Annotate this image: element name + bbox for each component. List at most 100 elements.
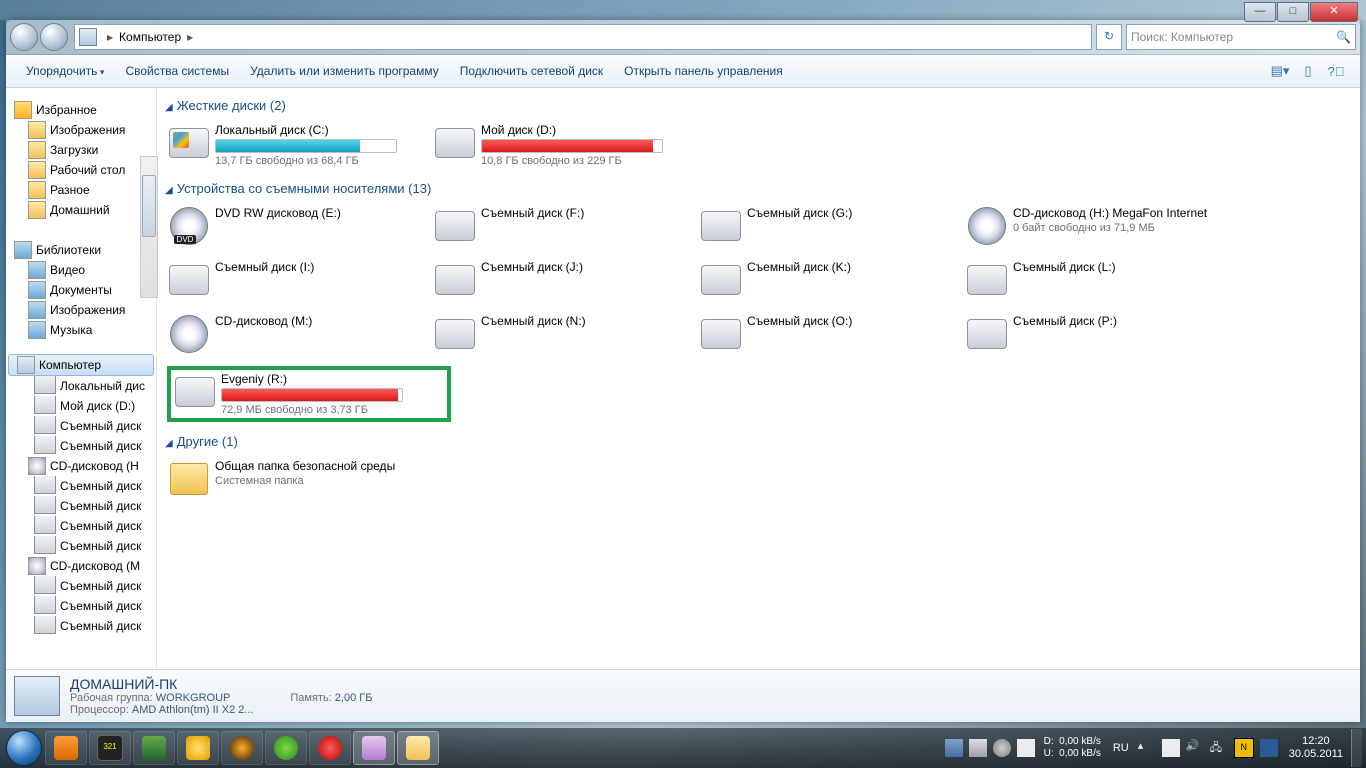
sidebar-item-label: Съемный диск (60, 479, 141, 493)
group-header[interactable]: ◢Жесткие диски (2) (161, 94, 1356, 119)
sidebar-item[interactable]: Документы (6, 280, 156, 300)
sidebar-item-label: CD-дисковод (M (50, 559, 140, 573)
taskbar-app-daemon[interactable] (221, 731, 263, 765)
map-network-drive-button[interactable]: Подключить сетевой диск (450, 64, 614, 78)
nav-back-button[interactable] (10, 23, 38, 51)
sidebar-item[interactable]: Съемный диск (6, 496, 156, 516)
tray-volume-icon[interactable]: 🔊 (1186, 739, 1204, 757)
tray-norton-icon[interactable]: N (1234, 738, 1254, 758)
sidebar-item[interactable]: Съемный диск (6, 596, 156, 616)
window-minimize-button[interactable]: — (1244, 2, 1276, 22)
taskbar-app-explorer[interactable] (397, 731, 439, 765)
tray-recycle-icon[interactable] (969, 739, 987, 757)
tray-netspeed[interactable]: D: 0,00 kB/s U: 0,00 kB/s (1044, 736, 1101, 760)
sidebar-item[interactable]: Домашний (6, 200, 156, 220)
drive-name: Съемный диск (G:) (747, 206, 951, 220)
drive-item[interactable]: Мой диск (D:)10,8 ГБ свободно из 229 ГБ (433, 121, 687, 169)
details-pane: ДОМАШНИЙ-ПК Рабочая группа: WORKGROUP Па… (6, 669, 1360, 722)
sidebar-item[interactable]: Мой диск (D:) (6, 396, 156, 416)
search-input[interactable]: Поиск: Компьютер 🔍 (1126, 24, 1356, 50)
help-button[interactable]: ?⃝ (1324, 61, 1348, 81)
sidebar-item[interactable]: Съемный диск (6, 416, 156, 436)
taskbar-app-wmp[interactable] (45, 731, 87, 765)
drive-item[interactable]: Съемный диск (G:) (699, 204, 953, 248)
nav-scrollbar[interactable] (140, 156, 158, 298)
show-desktop-button[interactable] (1351, 729, 1362, 767)
drive-icon (34, 496, 56, 514)
sidebar-item[interactable]: Изображения (6, 120, 156, 140)
tray-chevron-up-icon[interactable]: ▴ (1138, 739, 1156, 757)
taskbar-app-player[interactable] (133, 731, 175, 765)
drive-item[interactable]: Съемный диск (F:) (433, 204, 687, 248)
address-bar[interactable]: ▸ Компьютер ▸ (74, 24, 1092, 50)
tray-search-icon[interactable] (993, 739, 1011, 757)
sidebar-item[interactable]: CD-дисковод (M (6, 556, 156, 576)
taskbar-app-opera[interactable] (309, 731, 351, 765)
preview-pane-button[interactable]: ▯ (1296, 61, 1320, 81)
sidebar-item[interactable]: Загрузки (6, 140, 156, 160)
tray-language[interactable]: RU (1113, 742, 1129, 754)
drive-item[interactable]: CD-дисковод (M:) (167, 312, 421, 356)
tray-flag-icon[interactable] (1162, 739, 1180, 757)
breadcrumb-chevron-icon[interactable]: ▸ (181, 30, 199, 44)
sidebar-item[interactable]: Съемный диск (6, 516, 156, 536)
scrollbar-thumb[interactable] (142, 175, 156, 237)
sidebar-item[interactable]: Съемный диск (6, 436, 156, 456)
taskbar-app-paint[interactable] (353, 731, 395, 765)
taskbar-app-aimp[interactable] (177, 731, 219, 765)
drive-item[interactable]: Съемный диск (L:) (965, 258, 1219, 302)
sidebar-item[interactable]: Музыка (6, 320, 156, 340)
sidebar-item[interactable]: Съемный диск (6, 536, 156, 556)
sidebar-item[interactable]: Компьютер (8, 354, 154, 376)
sidebar-item[interactable]: Изображения (6, 300, 156, 320)
drive-item[interactable]: Съемный диск (J:) (433, 258, 687, 302)
drive-icon (967, 260, 1007, 300)
breadcrumb-location[interactable]: Компьютер (119, 30, 181, 44)
sidebar-item[interactable]: Избранное (6, 100, 156, 120)
uninstall-program-button[interactable]: Удалить или изменить программу (240, 64, 450, 78)
organize-menu[interactable]: Упорядочить (16, 64, 115, 78)
sidebar-item[interactable]: Библиотеки (6, 240, 156, 260)
drive-item[interactable]: Локальный диск (C:)13,7 ГБ свободно из 6… (167, 121, 421, 169)
navigation-pane: ИзбранноеИзображенияЗагрузкиРабочий стол… (6, 88, 157, 670)
sidebar-item[interactable]: Съемный диск (6, 576, 156, 596)
sidebar-item[interactable]: Локальный дис (6, 376, 156, 396)
group-header[interactable]: ◢Устройства со съемными носителями (13) (161, 177, 1356, 202)
drive-item[interactable]: Съемный диск (I:) (167, 258, 421, 302)
drive-item[interactable]: Съемный диск (O:) (699, 312, 953, 356)
collapse-triangle-icon: ◢ (165, 185, 173, 196)
tray-notepad-icon[interactable] (1017, 739, 1035, 757)
sidebar-item[interactable]: Съемный диск (6, 616, 156, 636)
drive-item[interactable]: CD-дисковод (H:) MegaFon Internet0 байт … (965, 204, 1219, 248)
sidebar-item[interactable]: Рабочий стол (6, 160, 156, 180)
drive-item[interactable]: Общая папка безопасной средыСистемная па… (167, 457, 421, 501)
taskbar-app-mpc[interactable]: 321 (89, 731, 131, 765)
nav-forward-button[interactable] (40, 23, 68, 51)
view-options-button[interactable]: ▤▾ (1268, 61, 1292, 81)
refresh-button[interactable]: ↻ (1096, 24, 1122, 50)
sidebar-item[interactable]: Видео (6, 260, 156, 280)
drive-item[interactable]: Съемный диск (K:) (699, 258, 953, 302)
tray-monitor-icon[interactable] (945, 739, 963, 757)
tray-monitor2-icon[interactable] (1260, 739, 1278, 757)
taskbar: 321 D: 0,00 kB/s U: 0,00 kB/s RU ▴ 🔊 🖧 N… (0, 728, 1366, 768)
sidebar-item-label: Съемный диск (60, 519, 141, 533)
drive-item[interactable]: Evgeniy (R:)72,9 МБ свободно из 3,73 ГБ (167, 366, 451, 422)
system-tray: D: 0,00 kB/s U: 0,00 kB/s RU ▴ 🔊 🖧 N 12:… (942, 729, 1362, 767)
start-button[interactable] (4, 728, 44, 768)
drive-item[interactable]: DVDDVD RW дисковод (E:) (167, 204, 421, 248)
drive-item[interactable]: Съемный диск (P:) (965, 312, 1219, 356)
sidebar-item[interactable]: Разное (6, 180, 156, 200)
drive-name: CD-дисковод (M:) (215, 314, 419, 328)
sidebar-item[interactable]: Съемный диск (6, 476, 156, 496)
window-maximize-button[interactable]: □ (1277, 2, 1309, 22)
control-panel-button[interactable]: Открыть панель управления (614, 64, 794, 78)
drive-item[interactable]: Съемный диск (N:) (433, 312, 687, 356)
tray-clock[interactable]: 12:2030.05.2011 (1289, 735, 1343, 761)
window-close-button[interactable]: ✕ (1310, 2, 1358, 22)
tray-network-icon[interactable]: 🖧 (1210, 739, 1228, 757)
system-properties-button[interactable]: Свойства системы (115, 64, 240, 78)
group-header[interactable]: ◢Другие (1) (161, 430, 1356, 455)
taskbar-app-utorrent[interactable] (265, 731, 307, 765)
sidebar-item[interactable]: CD-дисковод (H (6, 456, 156, 476)
